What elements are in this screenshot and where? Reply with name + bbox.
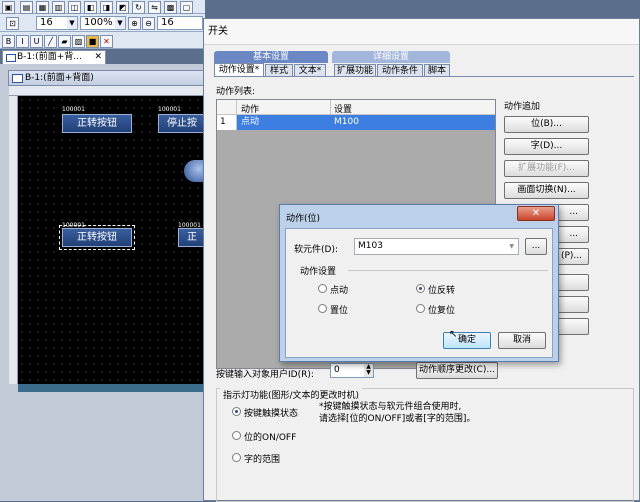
action-list-label: 动作列表:	[216, 87, 256, 97]
radio-touch-state-label: 按键触摸状态	[244, 409, 299, 419]
toolbar-row-3: B I U ╱ ▰ ▨ ■ ✕	[0, 32, 205, 49]
canvas-ruler-left	[9, 96, 18, 384]
bit-dialog-body: 软元件(D): M103 ▼ ... 动作设置 点动 位反转 置位 位复位 确定…	[285, 228, 553, 358]
dialog-close-button[interactable]: ✕	[517, 206, 555, 221]
radio-bit-reset-label: 位复位	[428, 306, 456, 316]
switch-dialog-titlebar: 开关	[204, 19, 639, 45]
chevron-down-icon: ▼	[67, 17, 77, 29]
radio-bit-on-off[interactable]	[232, 431, 241, 440]
canvas-tab[interactable]: B-1:(前面+背... ✕	[2, 50, 106, 64]
button-partial[interactable]: 正	[178, 228, 205, 247]
action-settings-label: 动作设置	[300, 267, 337, 277]
toolbar-row-1: ▣ ▤ ▦ ▥ ◫ ◧ ◨ ◩ ↻ ⇋ ▩ ▢	[0, 0, 205, 14]
paint-icon[interactable]: ▰	[58, 35, 71, 48]
device-input[interactable]: M103 ▼	[354, 238, 519, 255]
group-icon[interactable]: ◫	[68, 1, 81, 14]
forward-button-selected[interactable]: 正转按钮	[59, 225, 135, 250]
lock-icon[interactable]: ▢	[180, 1, 193, 14]
radio-word-range-label: 字的范围	[244, 455, 281, 465]
font-size-select-2[interactable]: 16	[157, 16, 203, 30]
image-icon[interactable]: ▨	[72, 35, 85, 48]
browse-button[interactable]: ...	[525, 238, 547, 255]
table-row[interactable]: 1 点动 M100	[217, 115, 495, 130]
layout-icon[interactable]: ▦	[36, 1, 49, 14]
tab-divider	[214, 76, 634, 77]
action-order-button[interactable]: 动作顺序更改(C)...	[416, 362, 498, 379]
zoom-out-icon[interactable]: ⊖	[142, 17, 155, 30]
cancel-button[interactable]: 取消	[498, 332, 546, 349]
select-icon[interactable]: ⊡	[6, 17, 19, 30]
back-icon[interactable]: ◩	[116, 1, 129, 14]
screen-canvas[interactable]: 100001 正转按钮 100001 停止按 100001 正转按钮 10000…	[18, 96, 205, 384]
canvas-hscroll[interactable]	[18, 384, 205, 392]
lamp-indicator[interactable]	[184, 160, 205, 182]
radio-momentary-label: 点动	[330, 286, 349, 296]
italic-icon[interactable]: I	[16, 35, 29, 48]
stop-button[interactable]: 停止按	[158, 114, 205, 133]
bit-dialog-title: 动作(位)	[286, 214, 321, 224]
font-size-select[interactable]: 16 ▼	[36, 16, 78, 30]
radio-bit-toggle-label: 位反转	[428, 286, 456, 296]
toolbar-row-2: ⊡ 16 ▼ 100% ▼ ⊕ ⊖ 16	[0, 14, 205, 32]
line-icon[interactable]: ╱	[44, 35, 57, 48]
bit-action-dialog: 动作(位) ✕ 软元件(D): M103 ▼ ... 动作设置 点动 位反转 置…	[279, 204, 559, 362]
radio-bit-toggle[interactable]	[416, 284, 425, 293]
user-id-label: 按键输入对象用户ID(R):	[216, 370, 314, 380]
ungroup-icon[interactable]: ◧	[84, 1, 97, 14]
close-icon: ✕	[531, 208, 541, 219]
canvas-window: B-1:(前面+背面) 100001 正转按钮 100001 停止按 10000…	[0, 64, 205, 401]
device-label: 软元件(D):	[294, 245, 338, 255]
indicator-group-label: 指示灯功能(图形/文本的更改时机)	[220, 388, 363, 401]
bold-icon[interactable]: B	[2, 35, 15, 48]
chevron-down-icon: ▼	[115, 17, 125, 29]
spinner-arrows-icon[interactable]: ▲ ▼	[364, 364, 373, 377]
user-id-spinner[interactable]: 0 ▲ ▼	[330, 363, 374, 378]
add-bit-button[interactable]: 位(B)...	[504, 116, 589, 133]
rotate-icon[interactable]: ↻	[132, 1, 145, 14]
radio-bit-reset[interactable]	[416, 304, 425, 313]
tab-action-settings[interactable]: 动作设置*	[214, 63, 264, 77]
workspace-bottom	[0, 401, 205, 501]
zoom-in-icon[interactable]: ⊕	[128, 17, 141, 30]
radio-word-range[interactable]	[232, 453, 241, 462]
add-extended-button[interactable]: 扩展功能(F)...	[504, 160, 589, 177]
flip-icon[interactable]: ⇋	[148, 1, 161, 14]
canvas-ruler-top	[9, 86, 205, 96]
add-screen-switch-button[interactable]: 画面切换(N)...	[504, 182, 589, 199]
button-tag: 100001	[158, 106, 181, 113]
radio-bit-on-off-label: 位的ON/OFF	[244, 433, 297, 443]
forward-button[interactable]: 正转按钮	[62, 114, 132, 133]
action-add-label: 动作追加	[504, 102, 541, 112]
add-word-button[interactable]: 字(D)...	[504, 138, 589, 155]
front-icon[interactable]: ◨	[100, 1, 113, 14]
radio-momentary[interactable]	[318, 284, 327, 293]
group-basic-settings[interactable]: 基本设置	[214, 51, 328, 63]
radio-touch-state[interactable]	[232, 407, 241, 416]
column-header-action[interactable]: 动作	[241, 102, 259, 115]
align-icon[interactable]: ▥	[52, 1, 65, 14]
screen-icon	[6, 54, 16, 62]
close-icon[interactable]: ✕	[100, 35, 113, 48]
mouse-cursor-icon: ↖	[449, 329, 458, 340]
close-icon[interactable]: ✕	[94, 51, 102, 64]
button-tag: 100001	[62, 106, 85, 113]
section-divider	[348, 270, 548, 271]
underline-icon[interactable]: U	[30, 35, 43, 48]
zoom-select[interactable]: 100% ▼	[80, 16, 126, 30]
indicator-note: *按键触摸状态与软元件组合使用时, 请选择[位的ON/OFF]或者[字的范围]。	[319, 402, 476, 424]
column-header-setting[interactable]: 设置	[334, 102, 352, 115]
window-icon	[12, 74, 23, 83]
radio-set[interactable]	[318, 304, 327, 313]
group-detail-settings[interactable]: 详细设置	[332, 51, 450, 63]
color-icon[interactable]: ■	[86, 35, 99, 48]
chevron-down-icon[interactable]: ▼	[509, 239, 514, 254]
canvas-window-titlebar: B-1:(前面+背面)	[8, 70, 205, 86]
radio-set-label: 置位	[330, 306, 349, 316]
grid-icon[interactable]: ▩	[164, 1, 177, 14]
table-header: 动作 设置	[217, 100, 495, 115]
snap-icon[interactable]: ▣	[2, 1, 15, 14]
copy-icon[interactable]: ▤	[20, 1, 33, 14]
